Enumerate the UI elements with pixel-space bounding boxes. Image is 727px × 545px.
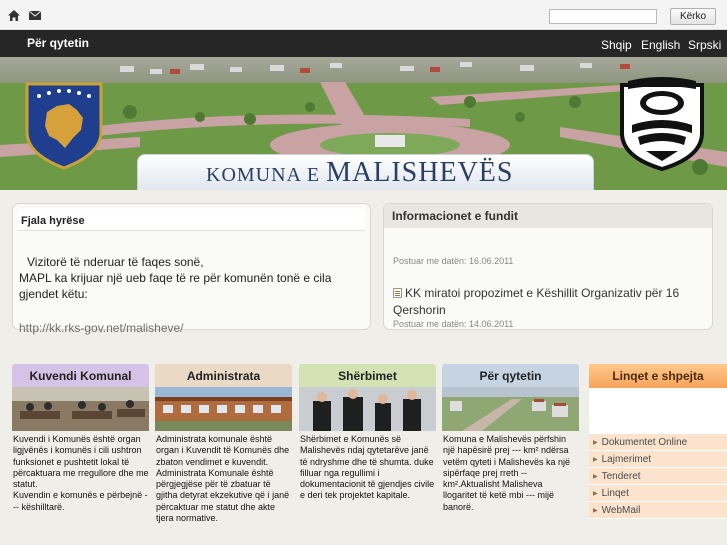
welcome-text: Vizitorë të nderuar të faqes sonë, MAPL … [19, 254, 359, 302]
quick-link-dokumentet-online[interactable]: Dokumentet Online [589, 434, 727, 451]
section-tab-administrata[interactable]: Administrata [155, 364, 292, 387]
search-input[interactable] [549, 9, 657, 24]
welcome-line-2: MAPL ka krijuar një ueb faqe të re për k… [19, 271, 332, 301]
section-tab-kuvendi-komunal[interactable]: Kuvendi Komunal [12, 364, 149, 387]
assembly-photo [12, 387, 149, 431]
services-photo [299, 387, 436, 431]
search-button[interactable]: Kërko [670, 8, 716, 25]
municipality-title: KOMUNA E MALISHEVËS [206, 157, 513, 189]
quick-link-tenderet[interactable]: Tenderet [589, 468, 727, 485]
main-navigation: Për qytetin Shqip English Srpski [0, 30, 727, 57]
section-administrata: Administrata Administrata komunale është… [155, 364, 292, 524]
welcome-line-1: Vizitorë të nderuar të faqes sonë, [27, 255, 204, 269]
language-link-srpski[interactable]: Srpski [688, 38, 721, 52]
news-date: Postuar me datën: 16.06.2011 [393, 256, 514, 266]
section-text-per-qytetin: Komuna e Malishevës përfshin një hapësir… [443, 434, 571, 512]
quick-links-spacer [589, 388, 727, 434]
welcome-link[interactable]: http://kk.rks-gov.net/malisheve/ [19, 321, 184, 335]
section-tab-sherbimet[interactable]: Shërbimet [299, 364, 436, 387]
latest-news-box: Informacionet e fundit Postuar me datën:… [383, 203, 713, 330]
quick-link-webmail[interactable]: WebMail [589, 502, 727, 519]
mail-icon[interactable] [29, 10, 41, 21]
municipality-title-plate: KOMUNA E MALISHEVËS [137, 154, 594, 190]
title-word-malisheves: MALISHEVËS [326, 157, 514, 188]
malisheva-emblem-icon [620, 77, 704, 172]
title-word-komuna: KOMUNA E [206, 164, 327, 186]
document-icon [393, 288, 402, 298]
administration-building-photo [155, 387, 292, 431]
section-sherbimet: Shërbimet Shërbimet e Komunës së Malishe… [299, 364, 436, 502]
quick-links-title: Linqet e shpejta [589, 364, 727, 388]
news-date: Postuar me datën: 14.06.2011 [393, 319, 514, 329]
top-utility-bar: Kërko [0, 0, 727, 30]
quick-links-panel: Linqet e shpejta Dokumentet Online Lajme… [589, 364, 727, 519]
language-link-english[interactable]: English [641, 38, 680, 52]
quick-link-linqet[interactable]: Linqet [589, 485, 727, 502]
section-per-qytetin: Për qytetin Komuna e Malishevës përfshin… [442, 364, 579, 513]
latest-news-title: Informacionet e fundit [384, 204, 712, 228]
home-icon[interactable] [8, 10, 20, 21]
section-tab-per-qytetin[interactable]: Për qytetin [442, 364, 579, 387]
section-text-sherbimet: Shërbimet e Komunës së Malishevës ndaj q… [300, 434, 435, 501]
section-text-administrata: Administrata komunale është organ i Kuve… [156, 434, 290, 524]
language-link-shqip[interactable]: Shqip [601, 38, 632, 52]
news-item-title[interactable]: KK miratoi propozimet e Këshillit Organi… [393, 286, 679, 317]
welcome-title: Fjala hyrëse [18, 209, 365, 231]
quick-link-lajmerimet[interactable]: Lajmerimet [589, 451, 727, 468]
section-text-kuvendi-komunal: Kuvendi i Komunës është organ ligjvënës … [13, 434, 149, 512]
welcome-box: Fjala hyrëse Vizitorë të nderuar të faqe… [12, 203, 371, 335]
main-content: Fjala hyrëse Vizitorë të nderuar të faqe… [0, 190, 727, 545]
section-kuvendi-komunal: Kuvendi Komunal Kuvendi i Komunës është … [12, 364, 149, 513]
kosovo-coat-of-arms-icon [25, 82, 103, 170]
city-aerial-photo [442, 387, 579, 431]
header-banner: KOMUNA E MALISHEVËS [0, 57, 727, 190]
news-item[interactable]: KK miratoi propozimet e Këshillit Organi… [393, 285, 703, 319]
nav-link-per-qytetin[interactable]: Për qytetin [27, 36, 89, 50]
